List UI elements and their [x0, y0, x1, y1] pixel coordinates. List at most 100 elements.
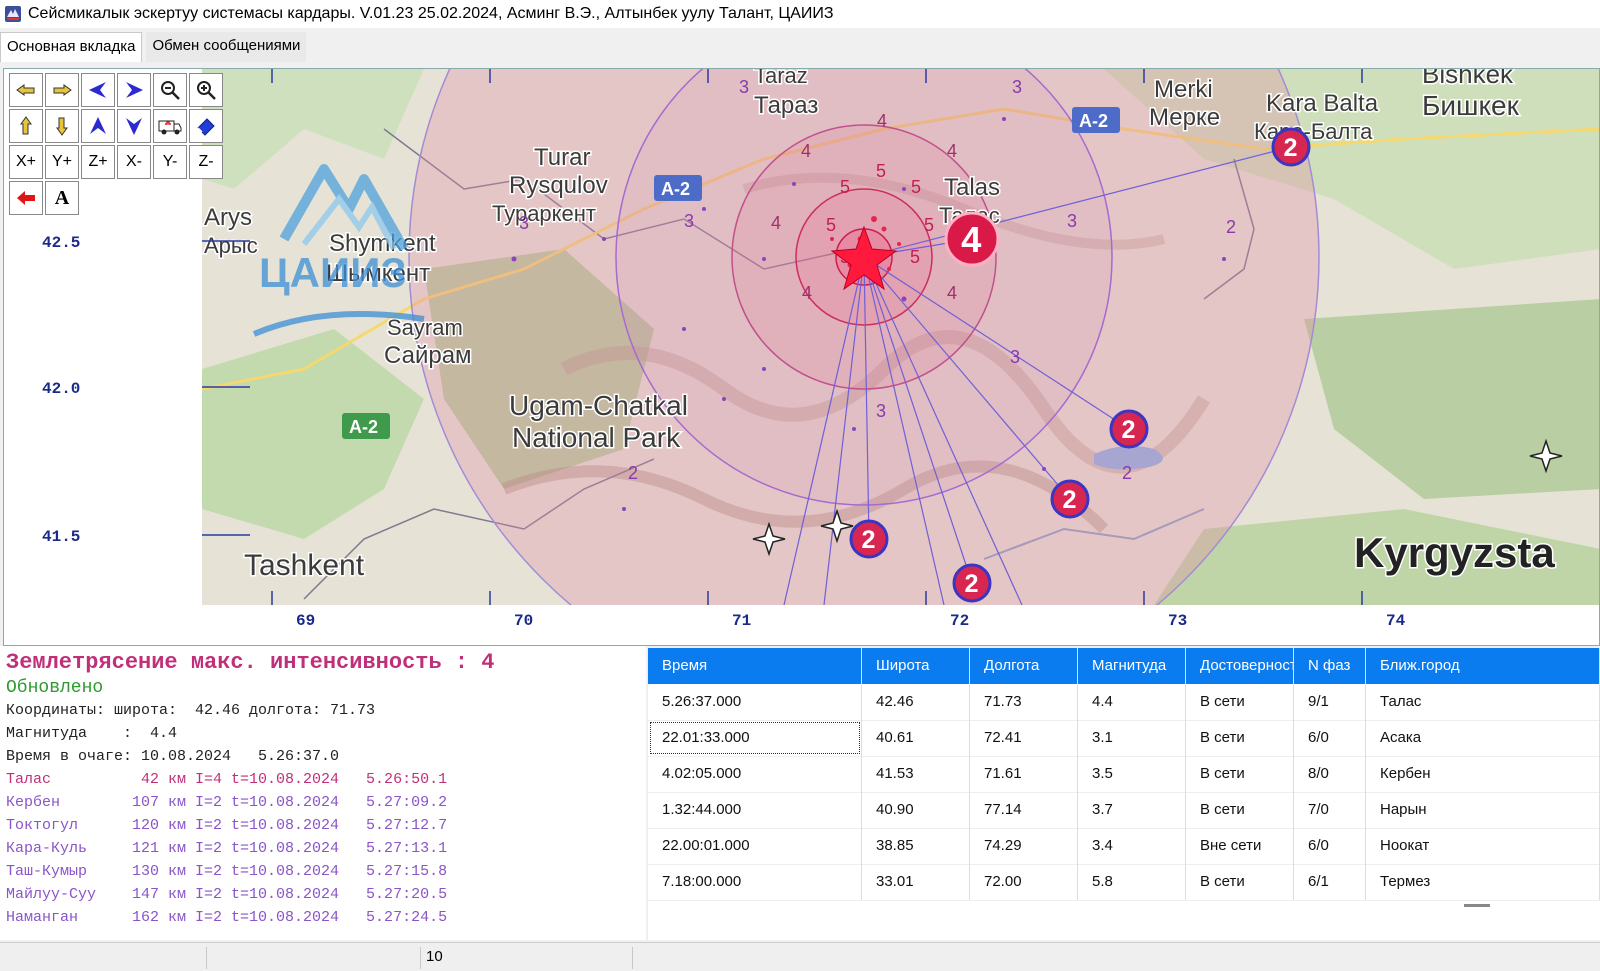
- table-cell: В сети: [1186, 684, 1294, 720]
- pan-down-hand-button[interactable]: [45, 109, 79, 143]
- table-row[interactable]: 1.32:44.000 40.90 77.14 3.7 В сети 7/0 Нарын: [648, 792, 1600, 829]
- table-header: ВремяШиротаДолготаМагнитудаДостоверность…: [648, 648, 1600, 684]
- tab-main[interactable]: Основная вкладка: [0, 32, 143, 62]
- tab-strip: Основная вкладка Обмен сообщениями: [0, 32, 307, 62]
- column-header[interactable]: Достоверность: [1186, 648, 1294, 684]
- origin-time-text: Время в очаге: 10.08.2024 5.26:37.0: [6, 748, 340, 765]
- move-up-button[interactable]: [81, 109, 115, 143]
- column-header[interactable]: Магнитуда: [1078, 648, 1186, 684]
- table-cell: Талас: [1366, 684, 1600, 720]
- move-down-button[interactable]: [117, 109, 151, 143]
- map-place-label: Тураркент: [492, 201, 596, 226]
- column-header[interactable]: Широта: [862, 648, 970, 684]
- longitude-label: 71: [732, 612, 751, 630]
- map-place-label: Tashkent: [244, 549, 365, 582]
- table-row[interactable]: 5.26:37.000 42.46 71.73 4.4 В сети 9/1 Талас: [648, 684, 1600, 721]
- intensity-ring-label: 2: [1226, 217, 1236, 237]
- station-badge-label: 2: [1121, 416, 1135, 444]
- map-place-label: Kyrgyzsta: [1354, 529, 1555, 576]
- hand-point-down-icon: [56, 117, 68, 136]
- pan-up-hand-button[interactable]: [9, 109, 43, 143]
- road-shield: A-2: [1072, 107, 1120, 133]
- back-button[interactable]: [9, 181, 43, 215]
- logo-text: ЦАИИЗ: [259, 249, 407, 296]
- eraser-button[interactable]: [189, 109, 223, 143]
- station-badge[interactable]: 2: [1050, 479, 1090, 519]
- x-minus-button[interactable]: X-: [117, 145, 151, 179]
- intensity-ring-label: 4: [947, 283, 957, 303]
- tab-messages[interactable]: Обмен сообщениями: [146, 32, 307, 62]
- events-table[interactable]: ВремяШиротаДолготаМагнитудаДостоверность…: [648, 648, 1600, 940]
- back-arrow-icon: [17, 191, 35, 205]
- table-cell: Термез: [1366, 864, 1600, 900]
- zoom-out-button[interactable]: [153, 73, 187, 107]
- arrow-up-icon: [90, 117, 106, 134]
- table-row[interactable]: 22.00:01.000 38.85 74.29 3.4 Вне сети 6/0 Ноок…: [648, 828, 1600, 865]
- table-cell: 38.85: [862, 828, 970, 864]
- y-plus-button[interactable]: Y+: [45, 145, 79, 179]
- table-cell: 3.7: [1078, 792, 1186, 828]
- x-plus-button[interactable]: X+: [9, 145, 43, 179]
- table-cell: 72.41: [970, 720, 1078, 756]
- map-place-label: Тараз: [754, 92, 818, 119]
- map-place-label: Ugam-Chatkal: [509, 390, 688, 421]
- coordinates-text: Координаты: широта: 42.46 долгота: 71.73: [6, 702, 376, 719]
- zoom-in-button[interactable]: [189, 73, 223, 107]
- z-minus-button[interactable]: Z-: [189, 145, 223, 179]
- z-plus-button[interactable]: Z+: [81, 145, 115, 179]
- pan-right-hand-button[interactable]: [45, 73, 79, 107]
- intensity-ring-label: 5: [826, 215, 836, 235]
- arrow-down-icon: [126, 118, 142, 135]
- station-badge-label: 2: [1062, 486, 1076, 514]
- station-badge-label: 4: [961, 219, 982, 260]
- map-canvas[interactable]: Taraz Тараз MerkiМерке Kara BaltaКара-Балта…: [4, 69, 1600, 646]
- pan-left-hand-button[interactable]: [9, 73, 43, 107]
- column-header[interactable]: N фаз: [1294, 648, 1366, 684]
- y-minus-button[interactable]: Y-: [153, 145, 187, 179]
- table-cell: 8/0: [1294, 756, 1366, 792]
- column-header[interactable]: Время: [648, 648, 862, 684]
- column-header[interactable]: Долгота: [970, 648, 1078, 684]
- table-cell: В сети: [1186, 756, 1294, 792]
- intensity-ring-label: 3: [684, 211, 694, 231]
- city-intensity-line: Таш-Кумыр 130 км I=2 t=10.08.2024 5.27:1…: [6, 863, 448, 880]
- move-right-button[interactable]: [117, 73, 151, 107]
- intensity-ring-label: 2: [628, 463, 638, 483]
- intensity-ring-label: 5: [911, 177, 921, 197]
- column-header[interactable]: Ближ.город: [1366, 648, 1600, 684]
- intensity-ring-label: 3: [876, 401, 886, 421]
- station-badge[interactable]: 2: [849, 519, 889, 559]
- intensity-ring-label: 4: [771, 213, 781, 233]
- table-row[interactable]: 22.01:33.000 40.61 72.41 3.1 В сети 6/0 Асака: [648, 720, 1600, 757]
- station-badge[interactable]: 2: [1109, 409, 1149, 449]
- station-badge[interactable]: 2: [1271, 127, 1311, 167]
- table-cell: 4.02:05.000: [648, 756, 862, 792]
- map-view[interactable]: Taraz Тараз Merki Мерке Kara Balta Кара-Балта…: [3, 68, 1600, 646]
- zoom-in-icon: [197, 81, 216, 100]
- table-cell: 33.01: [862, 864, 970, 900]
- longitude-label: 73: [1168, 612, 1187, 630]
- station-badge[interactable]: 2: [952, 563, 992, 603]
- horizontal-scroll-indicator[interactable]: [1464, 904, 1490, 907]
- station-badge[interactable]: 4: [944, 211, 1000, 267]
- table-cell: Нарын: [1366, 792, 1600, 828]
- table-row[interactable]: 4.02:05.000 41.53 71.61 3.5 В сети 8/0 Кербен: [648, 756, 1600, 793]
- table-row[interactable]: 7.18:00.000 33.01 72.00 5.8 В сети 6/1 Термез: [648, 864, 1600, 901]
- table-cell: Вне сети: [1186, 828, 1294, 864]
- text-tool-button[interactable]: A: [45, 181, 79, 215]
- move-left-button[interactable]: [81, 73, 115, 107]
- status-separator: [632, 947, 633, 969]
- hand-point-right-icon: [53, 84, 72, 96]
- table-cell: 22.00:01.000: [648, 828, 862, 864]
- table-cell: 7.18:00.000: [648, 864, 862, 900]
- station-badge-label: 2: [964, 570, 978, 598]
- table-cell: Асака: [1366, 720, 1600, 756]
- table-cell: 5.8: [1078, 864, 1186, 900]
- table-cell: 72.00: [970, 864, 1078, 900]
- vehicle-button[interactable]: [153, 109, 187, 143]
- map-place-label: Kara Balta: [1266, 90, 1379, 117]
- window-title: Сейсмикалык эскертуу системасы кардары. …: [28, 5, 834, 22]
- intensity-ring-label: 2: [1122, 463, 1132, 483]
- table-cell: 77.14: [970, 792, 1078, 828]
- road-shield: A-2: [654, 175, 702, 201]
